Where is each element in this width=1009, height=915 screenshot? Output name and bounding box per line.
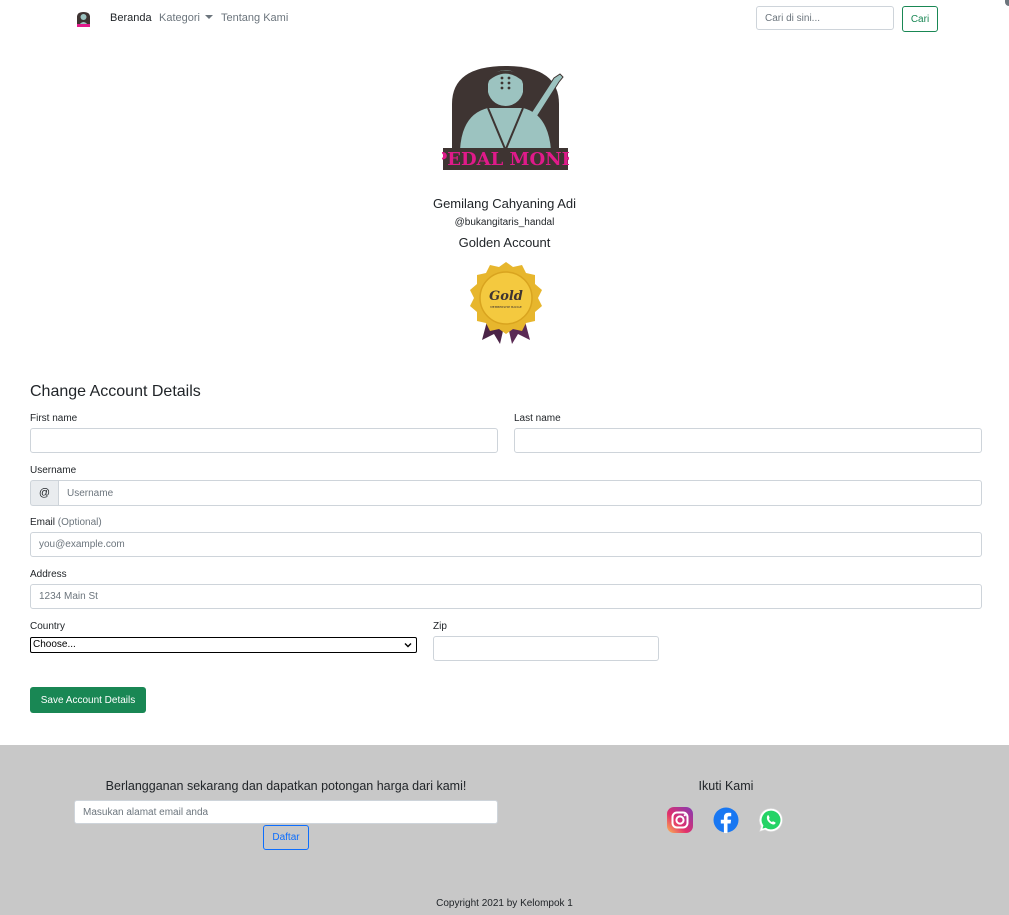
pedal-monk-logo: PEDAL MONK [442,66,569,170]
caret-down-icon [204,15,213,19]
email-label: Email (Optional) [30,517,102,528]
subscribe-email-input[interactable] [74,800,498,824]
profile-tier: Golden Account [458,235,551,250]
instagram-icon[interactable] [667,807,693,833]
nav-beranda[interactable]: Beranda [110,12,152,24]
window-corner-mark [1005,0,1009,6]
first-name-label: First name [30,413,78,424]
nav-kategori-dropdown[interactable]: Kategori [159,12,213,24]
address-field[interactable] [30,584,982,609]
whatsapp-icon[interactable] [758,807,784,833]
username-prefix: @ [30,480,58,506]
username-field[interactable] [58,480,982,506]
copyright: Copyright 2021 by Kelompok 1 [436,898,573,909]
search-input[interactable] [756,6,894,30]
badge-subtext: MEMBERSHIP BADGE [490,305,522,309]
country-selected-value: Choose... [33,639,76,650]
zip-field[interactable] [433,636,659,661]
subscribe-title: Berlangganan sekarang dan dapatkan poton… [105,779,467,793]
logo-wordmark: PEDAL MONK [442,149,569,170]
top-navbar: Beranda Kategori Tentang Kami Cari [0,0,1009,38]
country-select[interactable]: Choose... [30,637,417,653]
nav-tentang-kami[interactable]: Tentang Kami [221,12,288,24]
facebook-icon[interactable] [713,807,739,833]
footer: Berlangganan sekarang dan dapatkan poton… [0,745,1009,915]
search-button[interactable]: Cari [902,6,938,32]
badge-text: Gold [489,289,523,304]
save-account-button[interactable]: Save Account Details [30,687,146,713]
gold-badge: Gold MEMBERSHIP BADGE [470,262,542,344]
zip-label: Zip [433,621,447,632]
address-label: Address [30,569,67,580]
first-name-field[interactable] [30,428,498,453]
username-label: Username [30,465,77,476]
nav-kategori-label: Kategori [159,12,200,24]
form-title: Change Account Details [30,383,201,400]
follow-title: Ikuti Kami [698,779,754,793]
country-label: Country [30,621,66,632]
email-optional-hint: (Optional) [57,517,102,528]
subscribe-button[interactable]: Daftar [263,825,309,850]
pedal-monk-logo-icon[interactable] [76,11,91,28]
last-name-label: Last name [514,413,561,424]
last-name-field[interactable] [514,428,982,453]
chevron-down-icon [404,643,412,648]
profile-handle: @bukangitaris_handal [454,217,555,228]
profile-name: Gemilang Cahyaning Adi [432,196,577,211]
email-field[interactable] [30,532,982,557]
email-label-text: Email [30,517,56,528]
